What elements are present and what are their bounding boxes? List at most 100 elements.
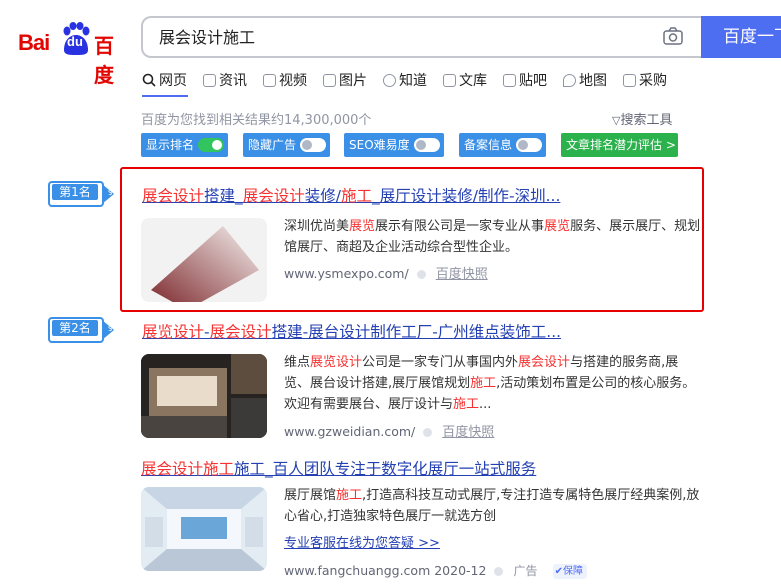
tab-label: 网页 [159, 73, 187, 89]
toggle-seo-difficulty[interactable]: SEO难易度 [344, 133, 444, 157]
text-segment: ... [479, 397, 492, 412]
highlight-text: 展览设计 [310, 355, 363, 370]
video-icon [263, 73, 276, 87]
result-title-2[interactable]: 展览设计-展会设计搭建-展台设计制作工厂-广州维点装饰工... [142, 320, 561, 342]
tieba-icon [503, 73, 516, 87]
toggle-show-rank[interactable]: 显示排名 [141, 133, 228, 157]
doc-icon [443, 73, 456, 87]
shop-icon [623, 73, 636, 87]
highlight-text: 展会设计 [518, 355, 571, 370]
logo-latin: Bai [18, 30, 50, 55]
bookmark-icon: § [108, 323, 113, 333]
snapshot-link[interactable]: 百度快照 [436, 267, 488, 282]
result-url[interactable]: www.fangchuangg.com 2020-12 [284, 563, 486, 578]
toggle-switch [300, 138, 327, 152]
protect-badge[interactable]: ✔保障 [552, 564, 587, 579]
text-segment: 展示有限公司是一家专业从事 [375, 219, 545, 234]
text-segment: 展厅展馆 [284, 488, 337, 503]
thumbnail-image [151, 226, 259, 302]
bookmark-icon: § [108, 187, 113, 197]
search-tabs: 网页 资讯 视频 图片 知道 文库 贴吧 地图 采购 [142, 68, 683, 92]
result-desc-3: 展厅展馆施工,打造高科技互动式展厅,专注打造专属特色展厅经典案例,放心省心,打造… [284, 485, 702, 527]
result-url[interactable]: www.gzweidian.com/ [284, 424, 415, 439]
tab-tieba[interactable]: 贴吧 [503, 68, 547, 92]
camera-icon[interactable] [663, 27, 683, 45]
tab-image[interactable]: 图片 [323, 68, 367, 92]
result-thumbnail-1[interactable] [141, 218, 267, 302]
tab-label: 贴吧 [519, 73, 547, 89]
tab-label: 文库 [459, 73, 487, 89]
highlight-text: 施工 [470, 376, 497, 391]
text-segment: 装修/ [304, 187, 342, 205]
result-count: 百度为您找到相关结果约14,300,000个 [141, 113, 372, 128]
result-title-1[interactable]: 展会设计搭建_展会设计装修/施工_展厅设计装修/制作-深圳... [142, 184, 560, 206]
toggle-label: 隐藏广告 [248, 138, 297, 152]
snapshot-link[interactable]: 百度快照 [442, 425, 494, 440]
toggle-switch [413, 138, 440, 152]
check-icon: ✔ [554, 566, 563, 577]
tab-label: 视频 [279, 73, 307, 89]
result-thumbnail-3[interactable] [141, 487, 267, 571]
result-url[interactable]: www.ysmexpo.com/ [284, 266, 409, 281]
text-segment: 维点 [284, 355, 311, 370]
shield-icon [416, 270, 426, 279]
service-link[interactable]: 专业客服在线为您答疑 >> [284, 532, 440, 551]
shield-icon [423, 428, 433, 437]
result-meta-1: www.ysmexpo.com/百度快照 [284, 263, 488, 282]
rank-badge: 第2名 § [48, 317, 120, 343]
question-icon [383, 73, 396, 87]
toggle-switch [516, 138, 543, 152]
logo-du: du [67, 34, 83, 49]
highlight-text: 施工 [341, 187, 373, 205]
highlight-text: 施工 [453, 397, 480, 412]
tab-news[interactable]: 资讯 [203, 68, 247, 92]
result-meta-2: www.gzweidian.com/百度快照 [284, 421, 494, 440]
rank-badge: 第1名 § [48, 181, 120, 207]
search-icon [142, 73, 156, 87]
highlight-text: 展会设计 [142, 187, 205, 205]
tab-webpage[interactable]: 网页 [142, 68, 187, 92]
toggle-hide-ads[interactable]: 隐藏广告 [243, 133, 330, 157]
text-segment: 施工_百人团队专注于数字化展厅一站式服务 [234, 460, 537, 478]
result-meta-3: www.fangchuangg.com 2020-12 广告 ✔保障 [284, 560, 587, 579]
highlight-text: 展会设计 [209, 323, 272, 341]
baidu-logo[interactable]: Bai du 百度 [18, 18, 126, 87]
shield-icon [494, 567, 504, 576]
toggle-label: 显示排名 [146, 138, 195, 152]
thumbnail-image [141, 354, 267, 438]
ad-label: 广告 [513, 564, 538, 578]
text-segment: 公司是一家专门从事国内外 [362, 355, 519, 370]
toggle-filing-info[interactable]: 备案信息 [459, 133, 546, 157]
result-title-3[interactable]: 展会设计施工施工_百人团队专注于数字化展厅一站式服务 [141, 457, 536, 479]
result-desc-1: 深圳优尚美展览展示有限公司是一家专业从事展览服务、展示展厅、规划馆展厅、商超及企… [284, 216, 702, 258]
text-segment: _展厅设计装修/制作-深圳... [372, 187, 561, 205]
tab-label: 资讯 [219, 73, 247, 89]
tab-map[interactable]: 地图 [563, 68, 607, 92]
text-segment: 搭建-展台设计制作工厂-广州维点装饰工... [271, 323, 562, 341]
highlight-text: 展览设计 [142, 323, 205, 341]
search-button[interactable]: 百度一下 [701, 16, 781, 58]
tab-label: 地图 [579, 73, 607, 89]
tab-wenku[interactable]: 文库 [443, 68, 487, 92]
search-input[interactable] [157, 18, 641, 58]
search-box [141, 16, 701, 58]
tab-video[interactable]: 视频 [263, 68, 307, 92]
result-thumbnail-2[interactable] [141, 354, 267, 438]
toggle-label: SEO难易度 [349, 138, 410, 152]
tab-label: 图片 [339, 73, 367, 89]
tab-zhidao[interactable]: 知道 [383, 68, 427, 92]
highlight-text: 施工 [336, 488, 363, 503]
thumbnail-image [141, 487, 267, 571]
highlight-text: 展览 [544, 219, 571, 234]
rank-label: 第1名 [52, 184, 98, 200]
text-segment: 深圳优尚美 [284, 219, 350, 234]
tab-label: 知道 [399, 73, 427, 89]
highlight-text: 展览 [349, 219, 376, 234]
active-tab-underline [142, 95, 188, 97]
seo-eval-button[interactable]: 文章排名潜力评估 > [561, 133, 678, 157]
search-tools-button[interactable]: ▽搜索工具 [612, 109, 672, 128]
map-icon [563, 73, 576, 87]
news-icon [203, 73, 216, 87]
tab-purchase[interactable]: 采购 [623, 68, 667, 92]
tab-label: 采购 [639, 73, 667, 89]
